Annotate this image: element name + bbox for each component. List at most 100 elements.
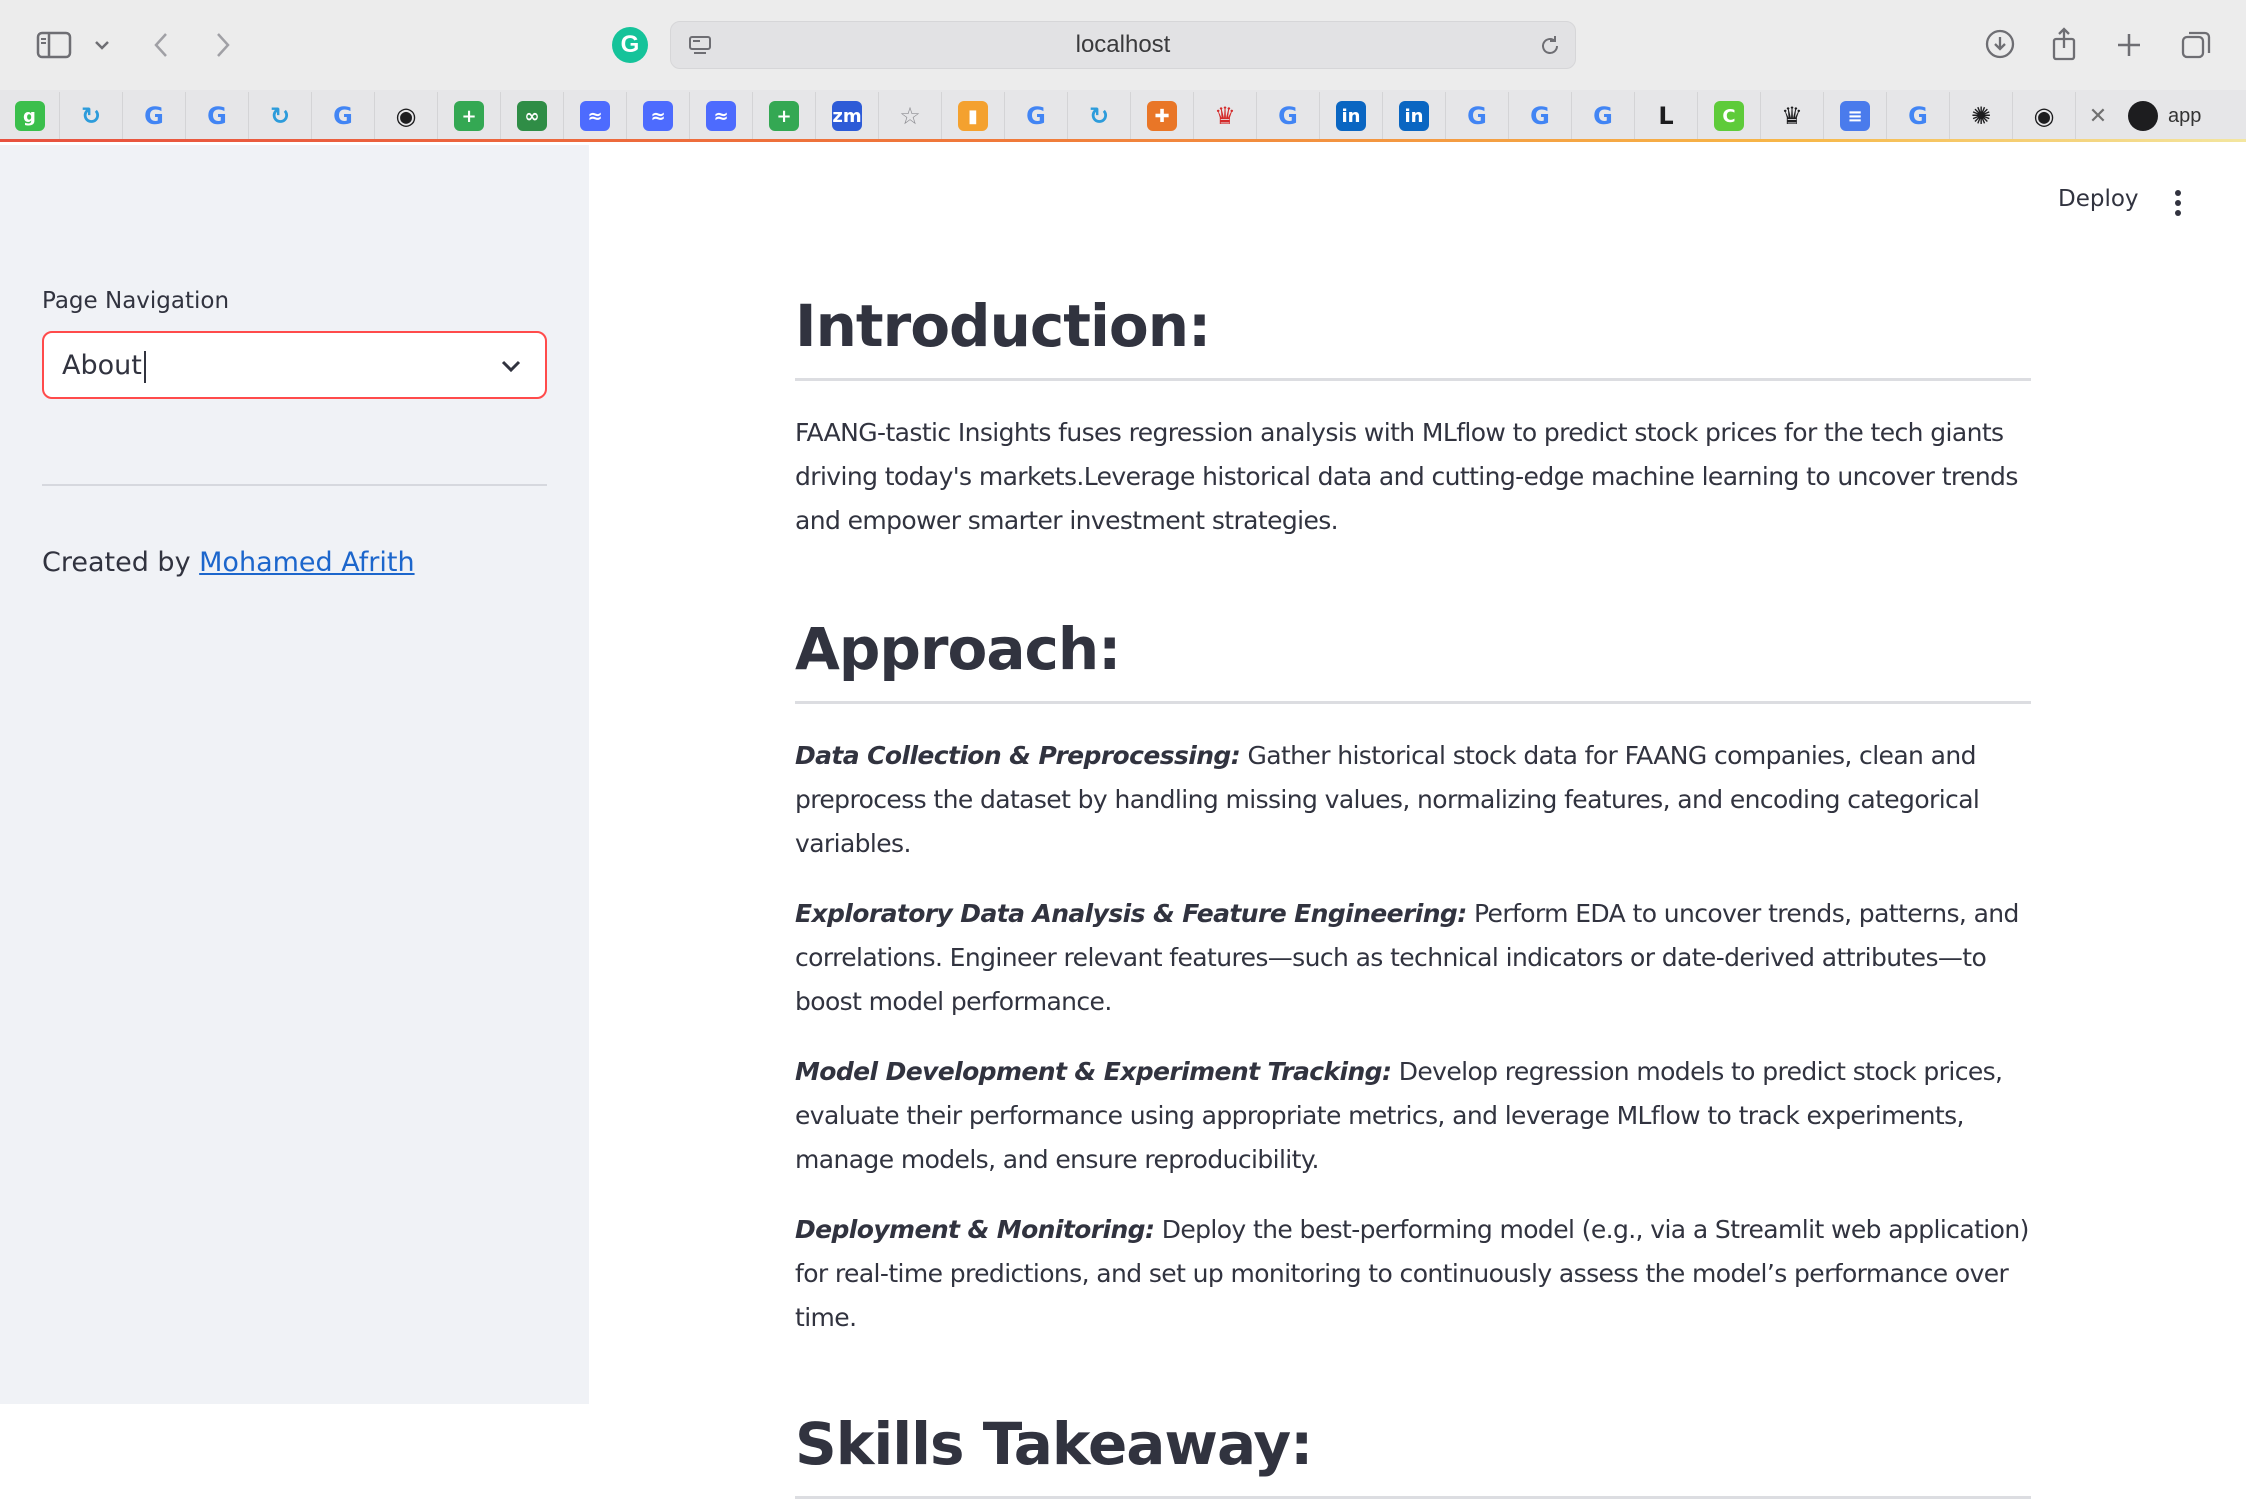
bookmarks-bar: g ↻ G G ↻ G ◉ + ∞ ≈ ≈ ≈ + zm ☆ ▮ G ↻ ✚ ♛ Gin in G G G L C ♛ ≡ G ✺ ◉ ✕ ap… <box>0 90 2246 142</box>
sidebar-toggle-icon[interactable] <box>34 28 74 62</box>
author-link[interactable]: Mohamed Afrith <box>199 547 414 578</box>
google-icon: G <box>207 102 227 130</box>
google-icon: G <box>144 102 164 130</box>
bookmark-google[interactable]: G <box>186 91 249 141</box>
bookmark-letter-l[interactable]: L <box>1635 91 1698 141</box>
approach-item: Data Collection & Preprocessing: Gather … <box>795 741 1980 858</box>
bookmark-google[interactable]: G <box>1005 91 1068 141</box>
bookmark-refresh-sync[interactable]: ↻ <box>249 91 312 141</box>
whale-icon: ≈ <box>580 101 610 131</box>
letter-l-icon: L <box>1658 102 1674 130</box>
close-icon[interactable]: ✕ <box>2076 92 2120 141</box>
page-navigation-label: Page Navigation <box>42 288 230 314</box>
bookmark-sheets-plus[interactable]: + <box>438 91 501 141</box>
bookmark-refresh-sync[interactable]: ↻ <box>60 91 123 141</box>
share-icon[interactable] <box>2048 24 2080 64</box>
approach-item: Deployment & Monitoring: Deploy the best… <box>795 1215 2029 1332</box>
bookmark-google[interactable]: G <box>1446 91 1509 141</box>
reload-icon[interactable] <box>1535 32 1565 60</box>
address-bar[interactable]: localhost <box>670 21 1576 69</box>
bookmark-github[interactable]: ◉ <box>375 91 438 141</box>
linkedin-icon: in <box>1399 101 1429 131</box>
bookmark-crown[interactable]: ♛ <box>1194 91 1257 141</box>
tab-app-label: app <box>2168 104 2202 127</box>
bookmark-analytics[interactable]: ▮ <box>942 91 1005 141</box>
bookmark-google[interactable]: G <box>312 91 375 141</box>
skills-section: Skills Takeaway: <box>795 1398 2031 1499</box>
bookmark-whale[interactable]: ≈ <box>564 91 627 141</box>
crown-dark-icon: ♛ <box>1781 102 1803 130</box>
main-menu-icon[interactable] <box>2166 188 2190 218</box>
heading-divider <box>795 378 2031 381</box>
linkedin-icon: in <box>1336 101 1366 131</box>
sidebar-divider <box>42 484 547 486</box>
tableau-icon: ✚ <box>1147 101 1177 131</box>
bookmark-google[interactable]: G <box>1887 91 1950 141</box>
main-content: Introduction: FAANG-tastic Insights fuse… <box>795 280 2031 1499</box>
forward-icon[interactable] <box>208 28 238 62</box>
bookmark-linkedin[interactable]: in <box>1320 91 1383 141</box>
tab-overview-icon[interactable] <box>2178 26 2214 62</box>
bookmark-whale[interactable]: ≈ <box>627 91 690 141</box>
google-icon: G <box>1593 102 1613 130</box>
analytics-icon: ▮ <box>958 101 988 131</box>
approach-item: Exploratory Data Analysis & Feature Engi… <box>795 899 2019 1016</box>
text-cursor <box>143 350 146 383</box>
github-icon: ◉ <box>395 102 417 130</box>
sheets-plus-icon: + <box>454 101 484 131</box>
selected-page-value[interactable]: About <box>62 333 146 399</box>
google-icon: G <box>1908 102 1928 130</box>
bookmark-github[interactable]: ◉ <box>2013 91 2076 141</box>
bookmark-green-c[interactable]: C <box>1698 91 1761 141</box>
google-icon: G <box>1278 102 1298 130</box>
introduction-heading: Introduction: <box>795 292 1211 360</box>
chatgpt-icon: ✺ <box>1970 102 1992 130</box>
google-icon: G <box>333 102 353 130</box>
address-text[interactable]: localhost <box>671 22 1575 68</box>
introduction-text: FAANG-tastic Insights fuses regression a… <box>795 418 2018 535</box>
bookmark-crown-dark[interactable]: ♛ <box>1761 91 1824 141</box>
bookmark-docs[interactable]: ≡ <box>1824 91 1887 141</box>
star-icon: ☆ <box>899 102 921 130</box>
bookmark-whale[interactable]: ≈ <box>690 91 753 141</box>
bookmark-tableau[interactable]: ✚ <box>1131 91 1194 141</box>
bookmark-linkedin[interactable]: in <box>1383 91 1446 141</box>
streamlit-crown-icon <box>2128 101 2158 131</box>
grammarly-icon[interactable]: G <box>612 27 648 63</box>
browser-toolbar: G localhost <box>0 0 2246 90</box>
bookmark-refresh-sync[interactable]: ↻ <box>1068 91 1131 141</box>
bookmark-star[interactable]: ☆ <box>879 91 942 141</box>
bookmark-chatgpt[interactable]: ✺ <box>1950 91 2013 141</box>
tab-app[interactable]: app <box>2120 101 2201 131</box>
bookmark-zoom[interactable]: zm <box>816 91 879 141</box>
download-icon[interactable] <box>1982 26 2018 62</box>
bookmark-sheets-plus[interactable]: + <box>753 91 816 141</box>
refresh-sync-icon: ↻ <box>80 102 102 130</box>
chevron-down-icon[interactable] <box>499 353 523 384</box>
introduction-section: Introduction: FAANG-tastic Insights fuse… <box>795 280 2031 543</box>
green-c-icon: C <box>1714 101 1744 131</box>
whale-icon: ≈ <box>643 101 673 131</box>
google-icon: G <box>1026 102 1046 130</box>
skills-heading: Skills Takeaway: <box>795 1410 1313 1478</box>
deploy-button[interactable]: Deploy <box>2058 186 2139 212</box>
refresh-sync-icon: ↻ <box>1088 102 1110 130</box>
google-icon: G <box>1467 102 1487 130</box>
new-tab-icon[interactable] <box>2112 28 2146 62</box>
bookmark-google[interactable]: G <box>1572 91 1635 141</box>
page-navigation-select[interactable]: About <box>42 331 547 399</box>
sheets-plus-icon: + <box>769 101 799 131</box>
bookmark-google[interactable]: G <box>123 91 186 141</box>
zoom-icon: zm <box>832 101 862 131</box>
refresh-sync-icon: ↻ <box>269 102 291 130</box>
bookmark-google[interactable]: G <box>1257 91 1320 141</box>
geeksforgeeks-icon: ∞ <box>517 101 547 131</box>
chevron-down-icon[interactable] <box>90 34 114 56</box>
gitbook-icon: g <box>14 101 45 131</box>
bookmark-gitbook[interactable]: g <box>0 91 60 141</box>
bookmark-google[interactable]: G <box>1509 91 1572 141</box>
back-icon[interactable] <box>146 28 176 62</box>
heading-divider <box>795 701 2031 704</box>
whale-icon: ≈ <box>706 101 736 131</box>
bookmark-geeksforgeeks[interactable]: ∞ <box>501 91 564 141</box>
